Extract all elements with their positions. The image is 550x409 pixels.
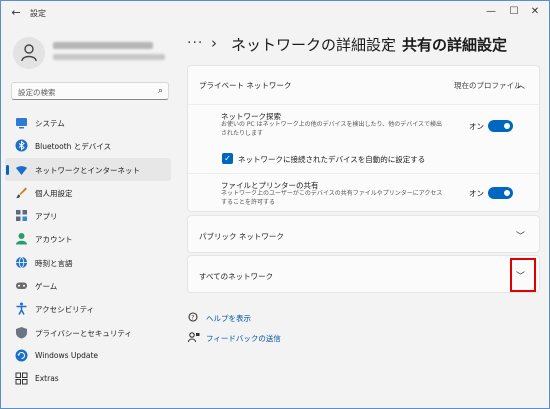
sidebar-item-label: Bluetooth とデバイス: [35, 142, 112, 152]
public-network-title: パブリック ネットワーク: [199, 232, 284, 241]
sidebar-item-label: アカウント: [35, 235, 73, 245]
current-profile-label: 現在のプロファイル: [454, 81, 522, 90]
private-network-title[interactable]: プライベート ネットワーク: [199, 80, 291, 91]
user-icon: [21, 44, 37, 62]
brush-icon: [16, 187, 27, 198]
sidebar-item-label: ネットワークとインターネット: [35, 165, 140, 175]
sidebar-item[interactable]: Windows Update: [5, 344, 171, 367]
help-icon: ?: [188, 312, 198, 322]
file-printer-sharing-description: ネットワーク上のユーザーがこのデバイスの共有ファイルやプリンターにアクセスするこ…: [221, 190, 443, 206]
chevron-down-icon[interactable]: ﹀: [516, 229, 525, 242]
auto-setup-checkbox[interactable]: ✓: [222, 153, 233, 164]
extras-icon: [15, 372, 28, 385]
auto-setup-label: ネットワークに接続されたデバイスを自動的に設定する: [238, 155, 426, 164]
system-icon: [16, 118, 27, 129]
sidebar-item[interactable]: アプリ: [5, 204, 171, 227]
bluetooth-icon: [15, 139, 28, 152]
apps-icon: [16, 210, 27, 222]
all-networks-title: すべてのネットワーク: [199, 272, 274, 281]
search-icon: ⌕: [157, 86, 163, 96]
chevron-up-icon[interactable]: ︿: [516, 78, 525, 91]
highlight-box: [510, 258, 536, 292]
shield-icon: [16, 326, 27, 339]
back-arrow-icon[interactable]: ←: [9, 6, 23, 20]
avatar[interactable]: [13, 37, 45, 69]
help-link-text[interactable]: ヘルプを表示: [206, 313, 251, 324]
sidebar-item[interactable]: プライバシーとセキュリティ: [5, 321, 171, 344]
title-bar: ← 設定 — ☐ ✕: [1, 1, 549, 27]
breadcrumb-overflow-button[interactable]: ···: [187, 35, 203, 51]
user-email-blurred: [53, 54, 165, 60]
sidebar-item-label: 時刻と言語: [35, 258, 73, 268]
search-placeholder: 設定の検索: [18, 88, 56, 97]
breadcrumb-parent[interactable]: ネットワークの詳細設定: [231, 34, 396, 55]
breadcrumb-separator: ›: [384, 34, 390, 52]
sidebar-item-label: アクセシビリティ: [35, 305, 95, 315]
sidebar-item-label: アプリ: [35, 212, 58, 222]
sidebar-item[interactable]: Bluetooth とデバイス: [5, 134, 171, 157]
page-title: 共有の詳細設定: [402, 36, 508, 54]
sidebar-item-label: 個人用設定: [35, 188, 73, 198]
divider: [188, 173, 539, 174]
svg-text:?: ?: [191, 314, 194, 321]
private-network-section: プライベート ネットワーク 現在のプロファイル ︿ ネットワーク探索 お使いの …: [187, 65, 540, 212]
user-name-blurred: [53, 42, 153, 49]
sidebar-item[interactable]: アカウント: [5, 227, 171, 250]
breadcrumb-separator: ›: [211, 34, 217, 52]
sidebar-item-label: システム: [35, 119, 65, 128]
network-discovery-description: お使いの PC はネットワーク上の他のデバイスを検出したり、他のデバイスで検出さ…: [221, 121, 443, 137]
sidebar-item-label: ゲーム: [35, 282, 58, 292]
file-printer-sharing-toggle[interactable]: [488, 187, 513, 199]
sidebar-item-label: プライバシーとセキュリティ: [35, 328, 132, 338]
sidebar-item[interactable]: システム: [5, 111, 171, 134]
sidebar-item[interactable]: ネットワークとインターネット: [5, 157, 171, 181]
maximize-button[interactable]: ☐: [506, 5, 522, 19]
sidebar-item[interactable]: アクセシビリティ: [5, 297, 171, 320]
minimize-button[interactable]: —: [483, 5, 499, 19]
all-networks-section[interactable]: すべてのネットワーク ﹀: [187, 255, 540, 293]
settings-search-input[interactable]: 設定の検索 ⌕: [11, 82, 169, 100]
feedback-icon: [188, 332, 200, 343]
globe-icon: [16, 256, 27, 269]
close-button[interactable]: ✕: [527, 5, 543, 19]
sidebar-item[interactable]: ゲーム: [5, 274, 171, 297]
sidebar-item[interactable]: 個人用設定: [5, 181, 171, 204]
divider: [188, 104, 539, 105]
wifi-icon: [16, 165, 27, 175]
public-network-section[interactable]: パブリック ネットワーク ﹀: [187, 215, 540, 253]
app-title: 設定: [30, 9, 46, 18]
network-discovery-state: オン: [469, 122, 484, 131]
sidebar-item-label: Windows Update: [35, 350, 99, 360]
account-icon: [16, 233, 27, 245]
accessibility-icon: [16, 302, 27, 316]
sidebar-item-label: Extras: [35, 374, 59, 384]
sidebar-item[interactable]: Extras: [5, 367, 171, 390]
game-icon: [16, 282, 27, 290]
feedback-link-text[interactable]: フィードバックの送信: [206, 333, 281, 344]
sidebar-item[interactable]: 時刻と言語: [5, 251, 171, 274]
update-icon: [15, 349, 28, 362]
network-discovery-toggle[interactable]: [488, 120, 513, 132]
sidebar-nav: システム Bluetooth とデバイスネットワークとインターネット 個人用設定アプ…: [5, 111, 171, 391]
settings-window: ← 設定 — ☐ ✕ 設定の検索 ⌕ システム Bluetooth とデバイス ネッ…: [0, 0, 550, 409]
file-printer-sharing-state: オン: [469, 189, 484, 198]
sidebar: 設定の検索 ⌕ システム Bluetooth とデバイスネットワークとインターネッ…: [1, 27, 177, 408]
